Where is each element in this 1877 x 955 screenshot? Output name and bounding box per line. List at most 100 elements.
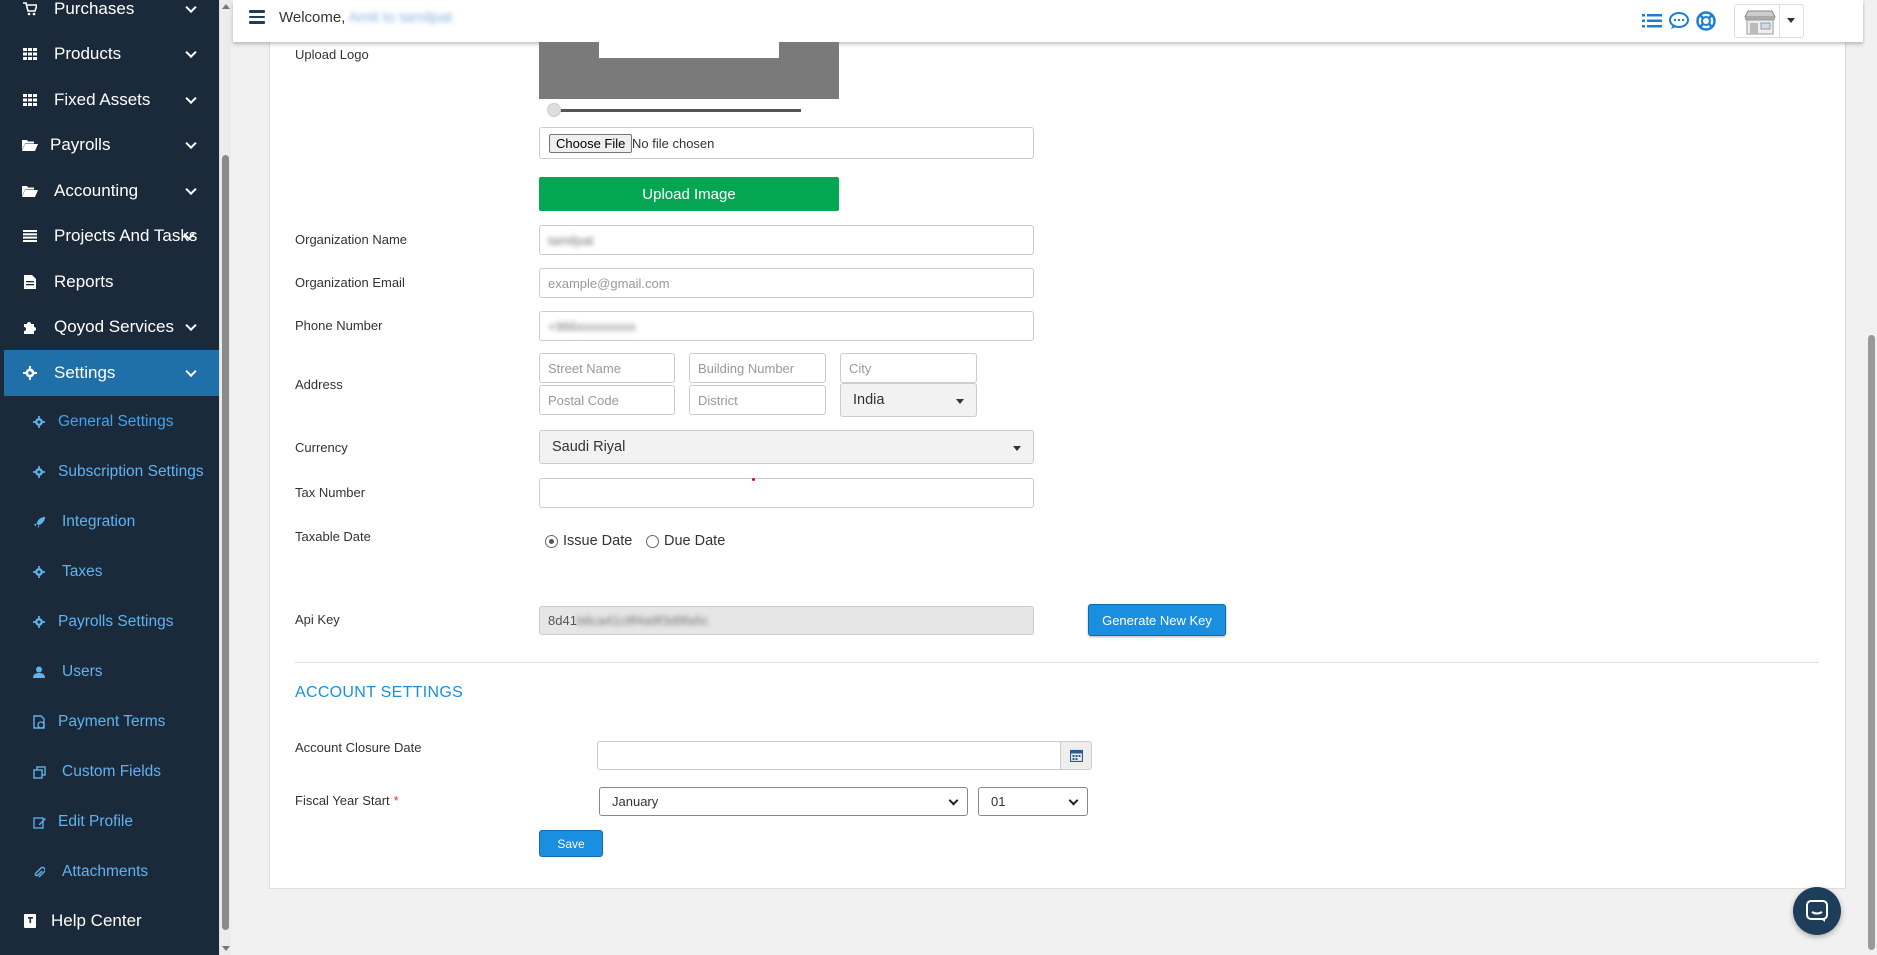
chevron-down-icon xyxy=(185,1,197,14)
file-status: No file chosen xyxy=(632,136,715,151)
chat-icon[interactable] xyxy=(1668,11,1690,31)
sidebar-subitem-payrolls-settings[interactable]: Payrolls Settings xyxy=(4,599,219,645)
sidebar-item-label: Accounting xyxy=(54,181,139,200)
user-icon xyxy=(30,663,48,681)
hamburger-menu-icon[interactable] xyxy=(249,10,265,24)
phone-number-value: +966xxxxxxxxx xyxy=(548,318,636,334)
payment-terms-icon xyxy=(30,713,48,731)
account-closure-date-input[interactable] xyxy=(597,741,1061,770)
fiscal-year-start-text: Fiscal Year Start xyxy=(295,793,390,808)
sidebar-scrollbar[interactable] xyxy=(219,0,231,955)
list-icon xyxy=(20,226,40,246)
address-label: Address xyxy=(295,377,343,392)
sidebar-item-label: Help Center xyxy=(51,911,142,930)
upload-image-button[interactable]: Upload Image xyxy=(539,177,839,211)
chevron-down-icon xyxy=(185,183,197,196)
radio-unchecked-icon xyxy=(646,534,659,548)
building-number-input[interactable]: Building Number xyxy=(689,353,826,383)
sidebar-item-label: Reports xyxy=(54,272,114,291)
sidebar-subitem-label: Taxes xyxy=(62,563,103,580)
sidebar-item-label: Purchases xyxy=(54,0,135,18)
scroll-up-arrow-icon[interactable] xyxy=(222,4,230,9)
sidebar-subitem-edit-profile[interactable]: Edit Profile xyxy=(4,799,219,845)
choose-file-button[interactable]: Choose File xyxy=(549,134,633,153)
sidebar-item-payrolls[interactable]: Payrolls xyxy=(4,122,219,168)
welcome-text: Welcome, Amit to tamilpat xyxy=(279,9,452,26)
sidebar-item-products[interactable]: Products xyxy=(4,31,219,77)
gear-icon xyxy=(30,463,48,481)
sidebar-subitem-custom-fields[interactable]: Custom Fields xyxy=(4,749,219,795)
support-lifebuoy-icon[interactable] xyxy=(1695,11,1717,31)
fiscal-month-value: January xyxy=(612,794,659,809)
generate-new-key-button[interactable]: Generate New Key xyxy=(1088,604,1226,636)
sidebar-item-purchases[interactable]: Purchases xyxy=(4,0,219,32)
currency-select[interactable]: Saudi Riyal xyxy=(539,430,1034,464)
phone-number-input[interactable]: +966xxxxxxxxx xyxy=(539,311,1034,341)
sidebar-item-projects-and-tasks[interactable]: Projects And Tasks xyxy=(4,213,219,259)
country-select[interactable]: India xyxy=(840,383,977,417)
logo-zoom-slider[interactable] xyxy=(552,109,801,112)
page-scrollbar[interactable] xyxy=(1865,0,1877,955)
chevron-down-icon xyxy=(185,46,197,59)
chevron-down-icon xyxy=(185,365,197,378)
caret-down-icon xyxy=(956,399,964,404)
issue-date-radio[interactable]: Issue Date xyxy=(545,533,632,549)
section-divider xyxy=(295,662,1819,663)
welcome-prefix: Welcome, xyxy=(279,9,346,26)
street-name-input[interactable]: Street Name xyxy=(539,353,675,383)
cart-icon xyxy=(20,0,40,19)
store-switcher[interactable] xyxy=(1734,4,1804,38)
caret-down-icon xyxy=(1787,18,1795,23)
book-icon xyxy=(20,911,40,931)
sidebar-subitem-attachments[interactable]: Attachments xyxy=(4,849,219,895)
district-input[interactable]: District xyxy=(689,385,826,415)
currency-value: Saudi Riyal xyxy=(552,439,626,455)
sidebar-subitem-label: Custom Fields xyxy=(62,763,162,780)
sidebar-subitem-payment-terms[interactable]: Payment Terms xyxy=(4,699,219,745)
sidebar-subitem-integration[interactable]: Integration xyxy=(4,499,219,545)
sidebar-subitem-users[interactable]: Users xyxy=(4,649,219,695)
required-asterisk: * xyxy=(393,793,399,808)
logo-zoom-slider-handle[interactable] xyxy=(547,103,561,117)
fiscal-day-select[interactable]: 01 xyxy=(978,787,1088,816)
sidebar-subitem-general-settings[interactable]: General Settings xyxy=(4,399,219,445)
paperclip-icon xyxy=(30,863,48,881)
sidebar-item-label: Products xyxy=(54,44,122,63)
tax-number-input[interactable] xyxy=(539,478,1034,508)
organization-name-value: tamilpat xyxy=(548,232,594,248)
sidebar-item-settings[interactable]: Settings xyxy=(4,350,219,396)
organization-email-input[interactable]: example@gmail.com xyxy=(539,268,1034,298)
organization-name-label: Organization Name xyxy=(295,232,407,247)
edit-icon xyxy=(30,813,48,831)
grid-icon xyxy=(20,90,40,110)
fiscal-month-select[interactable]: January xyxy=(599,787,968,816)
sidebar-item-help-center[interactable]: Help Center xyxy=(4,898,219,944)
city-input[interactable]: City xyxy=(840,353,977,383)
sidebar-item-fixed-assets[interactable]: Fixed Assets xyxy=(4,77,219,123)
chat-launcher-icon[interactable] xyxy=(1793,887,1841,935)
calendar-icon[interactable] xyxy=(1061,741,1092,770)
sidebar-item-label: Fixed Assets xyxy=(54,90,151,109)
tax-number-label: Tax Number xyxy=(295,485,366,500)
sidebar-item-qoyod-services[interactable]: Qoyod Services xyxy=(4,304,219,350)
gear-icon xyxy=(30,413,48,431)
sidebar-subitem-taxes[interactable]: Taxes xyxy=(4,549,219,595)
organization-email-label: Organization Email xyxy=(295,275,405,290)
due-date-radio[interactable]: Due Date xyxy=(646,533,725,549)
save-button[interactable]: Save xyxy=(539,830,603,857)
sidebar-item-accounting[interactable]: Accounting xyxy=(4,168,219,214)
organization-name-input[interactable]: tamilpat xyxy=(539,225,1034,255)
scrollbar-thumb[interactable] xyxy=(222,155,229,930)
taxable-date-label: Taxable Date xyxy=(295,529,371,544)
file-input[interactable]: Choose File No file chosen xyxy=(539,127,1034,159)
sidebar-subitem-subscription-settings[interactable]: Subscription Settings xyxy=(4,449,219,495)
scroll-down-arrow-icon[interactable] xyxy=(222,946,230,951)
currency-label: Currency xyxy=(295,440,348,455)
chevron-down-icon xyxy=(185,319,197,332)
account-closure-date-label: Account Closure Date xyxy=(295,740,422,755)
postal-code-input[interactable]: Postal Code xyxy=(539,385,675,415)
sidebar-item-reports[interactable]: Reports xyxy=(4,259,219,305)
sidebar-subitem-label: Edit Profile xyxy=(58,813,133,830)
scrollbar-thumb[interactable] xyxy=(1868,335,1875,950)
list-icon[interactable] xyxy=(1641,11,1663,31)
